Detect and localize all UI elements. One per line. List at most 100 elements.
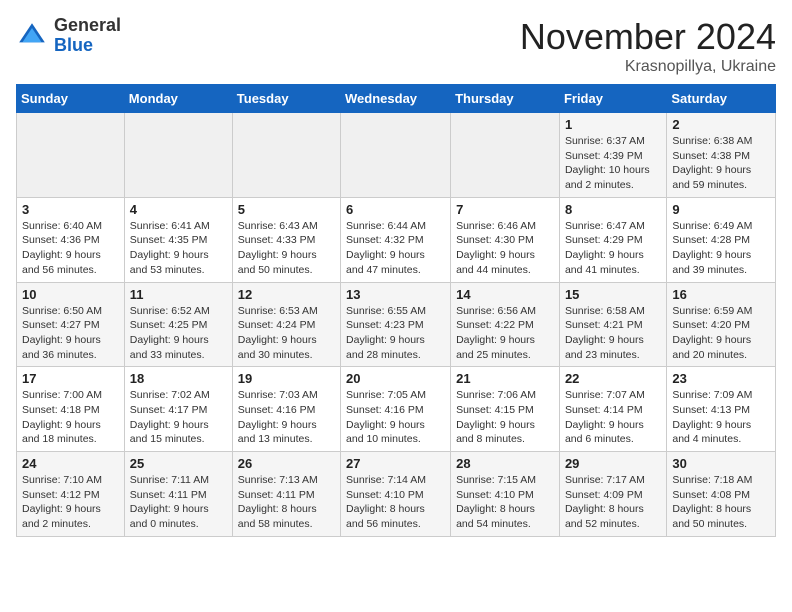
day-info: Sunrise: 7:09 AMSunset: 4:13 PMDaylight:… xyxy=(672,388,770,447)
calendar-cell: 7 Sunrise: 6:46 AMSunset: 4:30 PMDaylight… xyxy=(451,197,560,282)
day-number: 14 xyxy=(456,287,554,302)
weekday-header: Sunday xyxy=(17,85,125,113)
day-info: Sunrise: 6:44 AMSunset: 4:32 PMDaylight:… xyxy=(346,219,445,278)
day-number: 26 xyxy=(238,456,335,471)
day-number: 17 xyxy=(22,371,119,386)
weekday-header: Wednesday xyxy=(341,85,451,113)
calendar-cell xyxy=(124,113,232,198)
day-number: 9 xyxy=(672,202,770,217)
logo-blue: Blue xyxy=(54,36,121,56)
day-info: Sunrise: 7:18 AMSunset: 4:08 PMDaylight:… xyxy=(672,473,770,532)
calendar-cell: 15Sunrise: 6:58 AMSunset: 4:21 PMDayligh… xyxy=(559,282,666,367)
calendar-cell: 5 Sunrise: 6:43 AMSunset: 4:33 PMDaylight… xyxy=(232,197,340,282)
day-info: Sunrise: 7:06 AMSunset: 4:15 PMDaylight:… xyxy=(456,388,554,447)
calendar-cell: 28Sunrise: 7:15 AMSunset: 4:10 PMDayligh… xyxy=(451,452,560,537)
day-info: Sunrise: 7:07 AMSunset: 4:14 PMDaylight:… xyxy=(565,388,661,447)
calendar-week-row: 24 Sunrise: 7:10 AMSunset: 4:12 PMDayligh… xyxy=(17,452,776,537)
day-info: Sunrise: 6:52 AMSunset: 4:25 PMDaylight:… xyxy=(130,304,227,363)
day-info: Sunrise: 6:37 AMSunset: 4:39 PMDaylight:… xyxy=(565,134,661,193)
day-info: Sunrise: 7:13 AMSunset: 4:11 PMDaylight:… xyxy=(238,473,335,532)
day-info: Sunrise: 6:38 AMSunset: 4:38 PMDaylight:… xyxy=(672,134,770,193)
weekday-header-row: SundayMondayTuesdayWednesdayThursdayFrid… xyxy=(17,85,776,113)
day-info: Sunrise: 7:05 AMSunset: 4:16 PMDaylight:… xyxy=(346,388,445,447)
month-title: November 2024 xyxy=(520,16,776,58)
day-number: 22 xyxy=(565,371,661,386)
title-block: November 2024 Krasnopillya, Ukraine xyxy=(520,16,776,76)
calendar-cell: 13 Sunrise: 6:55 AMSunset: 4:23 PMDayligh… xyxy=(341,282,451,367)
calendar-cell xyxy=(451,113,560,198)
calendar-cell: 14Sunrise: 6:56 AMSunset: 4:22 PMDayligh… xyxy=(451,282,560,367)
day-info: Sunrise: 7:15 AMSunset: 4:10 PMDaylight:… xyxy=(456,473,554,532)
calendar-cell: 18Sunrise: 7:02 AMSunset: 4:17 PMDayligh… xyxy=(124,367,232,452)
weekday-header: Monday xyxy=(124,85,232,113)
day-number: 13 xyxy=(346,287,445,302)
day-info: Sunrise: 6:50 AMSunset: 4:27 PMDaylight:… xyxy=(22,304,119,363)
day-info: Sunrise: 6:47 AMSunset: 4:29 PMDaylight:… xyxy=(565,219,661,278)
day-number: 25 xyxy=(130,456,227,471)
day-info: Sunrise: 7:00 AMSunset: 4:18 PMDaylight:… xyxy=(22,388,119,447)
calendar-cell: 16 Sunrise: 6:59 AMSunset: 4:20 PMDayligh… xyxy=(667,282,776,367)
calendar-cell: 24 Sunrise: 7:10 AMSunset: 4:12 PMDayligh… xyxy=(17,452,125,537)
day-number: 19 xyxy=(238,371,335,386)
day-info: Sunrise: 7:02 AMSunset: 4:17 PMDaylight:… xyxy=(130,388,227,447)
logo: General Blue xyxy=(16,16,121,56)
day-number: 27 xyxy=(346,456,445,471)
calendar-cell: 20Sunrise: 7:05 AMSunset: 4:16 PMDayligh… xyxy=(341,367,451,452)
calendar-cell: 12 Sunrise: 6:53 AMSunset: 4:24 PMDayligh… xyxy=(232,282,340,367)
calendar-cell: 21 Sunrise: 7:06 AMSunset: 4:15 PMDayligh… xyxy=(451,367,560,452)
day-number: 29 xyxy=(565,456,661,471)
day-number: 4 xyxy=(130,202,227,217)
calendar-cell: 10 Sunrise: 6:50 AMSunset: 4:27 PMDayligh… xyxy=(17,282,125,367)
calendar-cell xyxy=(17,113,125,198)
day-info: Sunrise: 6:49 AMSunset: 4:28 PMDaylight:… xyxy=(672,219,770,278)
weekday-header: Saturday xyxy=(667,85,776,113)
calendar-cell: 9 Sunrise: 6:49 AMSunset: 4:28 PMDaylight… xyxy=(667,197,776,282)
calendar-cell: 29 Sunrise: 7:17 AMSunset: 4:09 PMDayligh… xyxy=(559,452,666,537)
day-number: 30 xyxy=(672,456,770,471)
page-header: General Blue November 2024 Krasnopillya,… xyxy=(16,16,776,76)
logo-icon xyxy=(16,20,48,52)
day-number: 2 xyxy=(672,117,770,132)
day-info: Sunrise: 7:10 AMSunset: 4:12 PMDaylight:… xyxy=(22,473,119,532)
day-info: Sunrise: 7:17 AMSunset: 4:09 PMDaylight:… xyxy=(565,473,661,532)
calendar-cell: 30 Sunrise: 7:18 AMSunset: 4:08 PMDayligh… xyxy=(667,452,776,537)
day-info: Sunrise: 6:53 AMSunset: 4:24 PMDaylight:… xyxy=(238,304,335,363)
day-number: 8 xyxy=(565,202,661,217)
calendar-cell: 4 Sunrise: 6:41 AMSunset: 4:35 PMDaylight… xyxy=(124,197,232,282)
calendar-cell: 27Sunrise: 7:14 AMSunset: 4:10 PMDayligh… xyxy=(341,452,451,537)
day-number: 1 xyxy=(565,117,661,132)
calendar-table: SundayMondayTuesdayWednesdayThursdayFrid… xyxy=(16,84,776,537)
calendar-cell: 3Sunrise: 6:40 AMSunset: 4:36 PMDaylight… xyxy=(17,197,125,282)
logo-text: General Blue xyxy=(54,16,121,56)
calendar-cell: 2 Sunrise: 6:38 AMSunset: 4:38 PMDaylight… xyxy=(667,113,776,198)
day-info: Sunrise: 7:11 AMSunset: 4:11 PMDaylight:… xyxy=(130,473,227,532)
day-info: Sunrise: 6:55 AMSunset: 4:23 PMDaylight:… xyxy=(346,304,445,363)
calendar-cell: 17 Sunrise: 7:00 AMSunset: 4:18 PMDayligh… xyxy=(17,367,125,452)
day-info: Sunrise: 6:43 AMSunset: 4:33 PMDaylight:… xyxy=(238,219,335,278)
logo-general: General xyxy=(54,16,121,36)
calendar-week-row: 17 Sunrise: 7:00 AMSunset: 4:18 PMDayligh… xyxy=(17,367,776,452)
day-number: 16 xyxy=(672,287,770,302)
day-info: Sunrise: 6:59 AMSunset: 4:20 PMDaylight:… xyxy=(672,304,770,363)
calendar-cell: 23Sunrise: 7:09 AMSunset: 4:13 PMDayligh… xyxy=(667,367,776,452)
day-number: 7 xyxy=(456,202,554,217)
weekday-header: Friday xyxy=(559,85,666,113)
calendar-week-row: 10 Sunrise: 6:50 AMSunset: 4:27 PMDayligh… xyxy=(17,282,776,367)
day-info: Sunrise: 6:58 AMSunset: 4:21 PMDaylight:… xyxy=(565,304,661,363)
day-number: 24 xyxy=(22,456,119,471)
calendar-cell: 8 Sunrise: 6:47 AMSunset: 4:29 PMDaylight… xyxy=(559,197,666,282)
day-number: 21 xyxy=(456,371,554,386)
day-number: 12 xyxy=(238,287,335,302)
calendar-cell: 6Sunrise: 6:44 AMSunset: 4:32 PMDaylight… xyxy=(341,197,451,282)
calendar-cell: 22 Sunrise: 7:07 AMSunset: 4:14 PMDayligh… xyxy=(559,367,666,452)
location: Krasnopillya, Ukraine xyxy=(520,58,776,76)
day-number: 5 xyxy=(238,202,335,217)
day-info: Sunrise: 6:46 AMSunset: 4:30 PMDaylight:… xyxy=(456,219,554,278)
calendar-cell xyxy=(232,113,340,198)
calendar-week-row: 3Sunrise: 6:40 AMSunset: 4:36 PMDaylight… xyxy=(17,197,776,282)
calendar-cell: 26 Sunrise: 7:13 AMSunset: 4:11 PMDayligh… xyxy=(232,452,340,537)
day-info: Sunrise: 6:41 AMSunset: 4:35 PMDaylight:… xyxy=(130,219,227,278)
calendar-cell: 11Sunrise: 6:52 AMSunset: 4:25 PMDayligh… xyxy=(124,282,232,367)
day-number: 10 xyxy=(22,287,119,302)
day-number: 3 xyxy=(22,202,119,217)
